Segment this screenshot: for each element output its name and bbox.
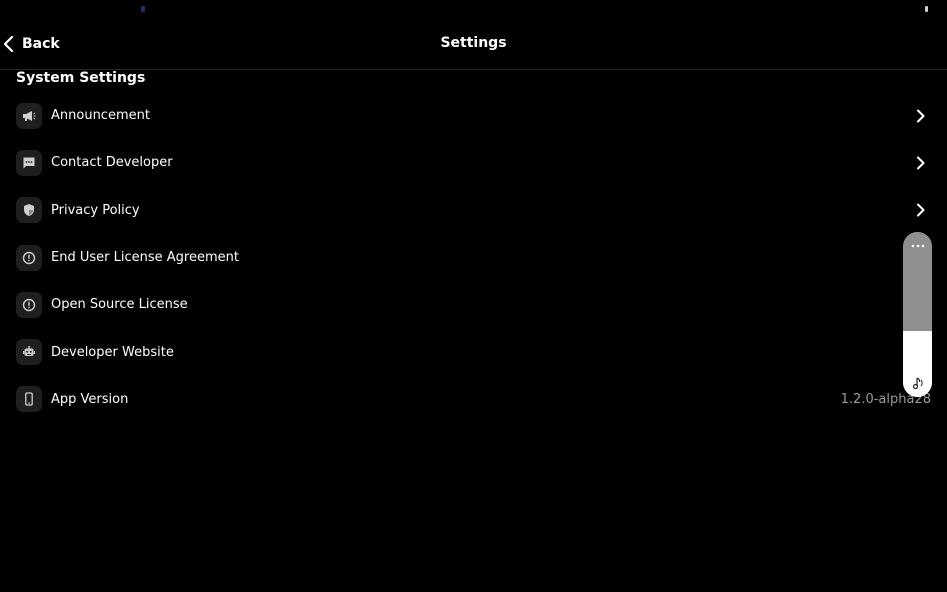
shield-icon — [16, 197, 42, 224]
floating-volume-panel[interactable] — [903, 232, 932, 397]
megaphone-icon — [16, 102, 42, 129]
chevron-right-icon — [915, 155, 927, 171]
settings-item-privacy-policy[interactable]: Privacy Policy — [0, 187, 947, 234]
settings-list: Announcement Contact Developer Privacy P… — [0, 92, 947, 423]
settings-item-open-source-license[interactable]: Open Source License — [0, 281, 947, 328]
chevron-right-icon — [915, 108, 927, 124]
settings-item-label: App Version — [51, 391, 129, 407]
settings-item-label: Developer Website — [51, 344, 174, 360]
more-horizontal-icon[interactable] — [903, 240, 932, 252]
settings-item-app-version[interactable]: App Version 1.2.0-alpha28 — [0, 376, 947, 423]
status-indicator-icon — [141, 6, 145, 12]
settings-item-announcement[interactable]: Announcement — [0, 92, 947, 139]
settings-item-label: Open Source License — [51, 297, 188, 313]
battery-icon — [925, 6, 928, 12]
settings-item-label: Contact Developer — [51, 155, 173, 171]
music-note-icon[interactable] — [903, 375, 932, 391]
section-title: System Settings — [16, 70, 146, 86]
top-bar: Back Settings — [0, 20, 947, 70]
settings-item-label: Privacy Policy — [51, 202, 140, 218]
message-icon — [16, 149, 42, 176]
info-circle-icon — [16, 244, 42, 271]
chevron-right-icon — [915, 202, 927, 218]
settings-item-label: Announcement — [51, 108, 150, 124]
settings-item-contact-developer[interactable]: Contact Developer — [0, 139, 947, 186]
page-title: Settings — [440, 35, 507, 51]
settings-item-label: End User License Agreement — [51, 250, 239, 266]
robot-icon — [16, 339, 42, 366]
settings-item-eula[interactable]: End User License Agreement — [0, 234, 947, 281]
settings-item-developer-website[interactable]: Developer Website — [0, 328, 947, 375]
status-bar — [0, 0, 947, 20]
phone-icon — [16, 386, 42, 413]
settings-page: Back Settings System Settings Announceme… — [0, 0, 947, 592]
info-circle-icon — [16, 291, 42, 318]
